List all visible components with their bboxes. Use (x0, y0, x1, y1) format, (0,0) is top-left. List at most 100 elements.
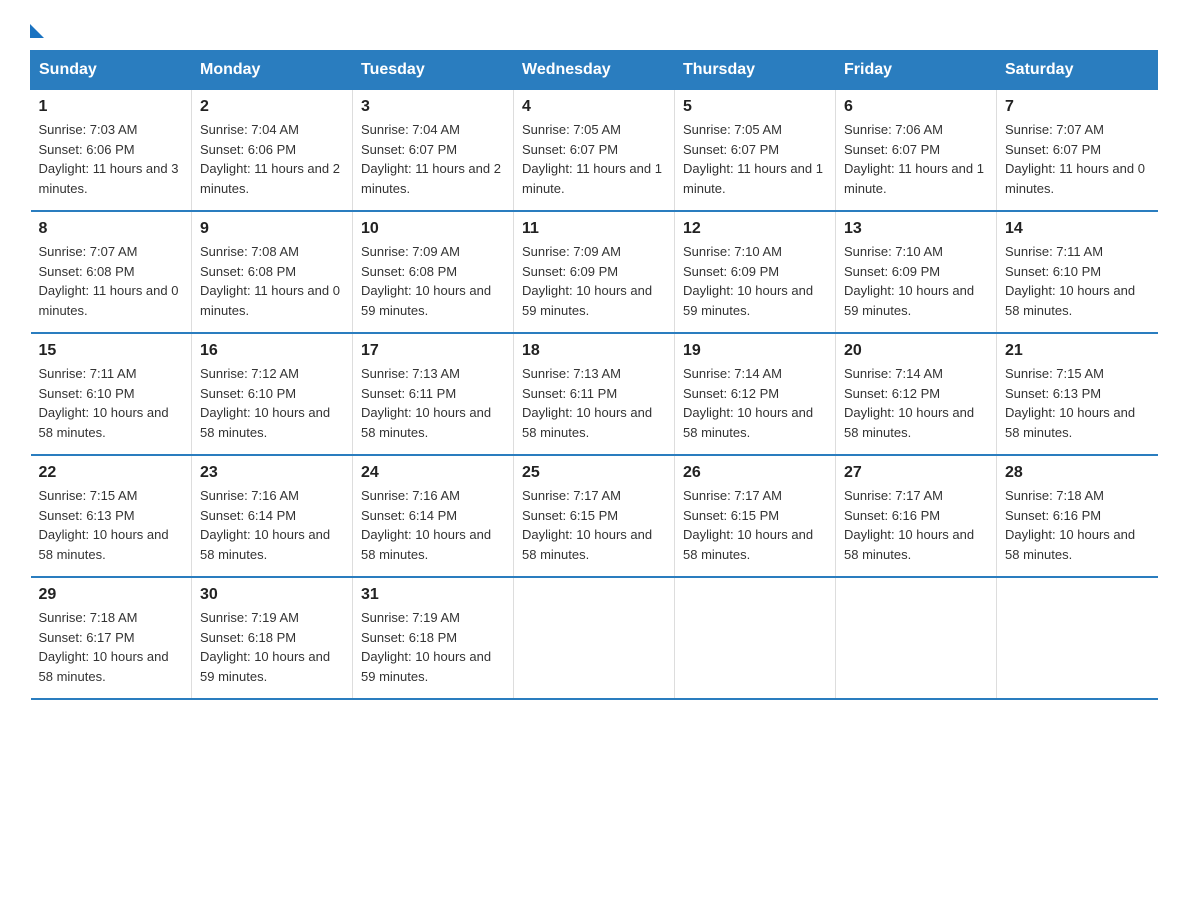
calendar-week-row: 8 Sunrise: 7:07 AM Sunset: 6:08 PM Dayli… (31, 211, 1158, 333)
header-sunday: Sunday (31, 51, 192, 90)
day-info: Sunrise: 7:10 AM Sunset: 6:09 PM Dayligh… (844, 242, 988, 320)
day-info: Sunrise: 7:07 AM Sunset: 6:08 PM Dayligh… (39, 242, 184, 320)
day-number: 16 (200, 342, 344, 360)
day-info: Sunrise: 7:17 AM Sunset: 6:15 PM Dayligh… (522, 486, 666, 564)
day-number: 7 (1005, 98, 1150, 116)
day-number: 14 (1005, 220, 1150, 238)
calendar-cell: 21 Sunrise: 7:15 AM Sunset: 6:13 PM Dayl… (997, 333, 1158, 455)
calendar-cell: 23 Sunrise: 7:16 AM Sunset: 6:14 PM Dayl… (192, 455, 353, 577)
day-number: 9 (200, 220, 344, 238)
day-info: Sunrise: 7:05 AM Sunset: 6:07 PM Dayligh… (683, 120, 827, 198)
calendar-cell: 18 Sunrise: 7:13 AM Sunset: 6:11 PM Dayl… (514, 333, 675, 455)
logo (30, 20, 44, 40)
day-number: 31 (361, 586, 505, 604)
day-info: Sunrise: 7:10 AM Sunset: 6:09 PM Dayligh… (683, 242, 827, 320)
calendar-week-row: 29 Sunrise: 7:18 AM Sunset: 6:17 PM Dayl… (31, 577, 1158, 699)
logo-triangle-icon (30, 24, 44, 38)
calendar-cell: 1 Sunrise: 7:03 AM Sunset: 6:06 PM Dayli… (31, 90, 192, 212)
day-info: Sunrise: 7:06 AM Sunset: 6:07 PM Dayligh… (844, 120, 988, 198)
calendar-header-row: SundayMondayTuesdayWednesdayThursdayFrid… (31, 51, 1158, 90)
day-number: 5 (683, 98, 827, 116)
day-number: 4 (522, 98, 666, 116)
day-info: Sunrise: 7:17 AM Sunset: 6:16 PM Dayligh… (844, 486, 988, 564)
day-info: Sunrise: 7:14 AM Sunset: 6:12 PM Dayligh… (844, 364, 988, 442)
calendar-cell (997, 577, 1158, 699)
calendar-cell: 15 Sunrise: 7:11 AM Sunset: 6:10 PM Dayl… (31, 333, 192, 455)
day-number: 21 (1005, 342, 1150, 360)
day-info: Sunrise: 7:16 AM Sunset: 6:14 PM Dayligh… (200, 486, 344, 564)
day-info: Sunrise: 7:04 AM Sunset: 6:06 PM Dayligh… (200, 120, 344, 198)
day-info: Sunrise: 7:05 AM Sunset: 6:07 PM Dayligh… (522, 120, 666, 198)
day-info: Sunrise: 7:14 AM Sunset: 6:12 PM Dayligh… (683, 364, 827, 442)
header-wednesday: Wednesday (514, 51, 675, 90)
calendar-week-row: 15 Sunrise: 7:11 AM Sunset: 6:10 PM Dayl… (31, 333, 1158, 455)
calendar-cell: 11 Sunrise: 7:09 AM Sunset: 6:09 PM Dayl… (514, 211, 675, 333)
header-saturday: Saturday (997, 51, 1158, 90)
calendar-cell (514, 577, 675, 699)
day-info: Sunrise: 7:09 AM Sunset: 6:08 PM Dayligh… (361, 242, 505, 320)
day-info: Sunrise: 7:12 AM Sunset: 6:10 PM Dayligh… (200, 364, 344, 442)
calendar-cell (675, 577, 836, 699)
calendar-cell: 29 Sunrise: 7:18 AM Sunset: 6:17 PM Dayl… (31, 577, 192, 699)
calendar-cell: 20 Sunrise: 7:14 AM Sunset: 6:12 PM Dayl… (836, 333, 997, 455)
calendar-cell: 28 Sunrise: 7:18 AM Sunset: 6:16 PM Dayl… (997, 455, 1158, 577)
day-info: Sunrise: 7:17 AM Sunset: 6:15 PM Dayligh… (683, 486, 827, 564)
day-number: 27 (844, 464, 988, 482)
calendar-week-row: 22 Sunrise: 7:15 AM Sunset: 6:13 PM Dayl… (31, 455, 1158, 577)
header-thursday: Thursday (675, 51, 836, 90)
day-number: 24 (361, 464, 505, 482)
day-number: 28 (1005, 464, 1150, 482)
day-number: 30 (200, 586, 344, 604)
day-info: Sunrise: 7:13 AM Sunset: 6:11 PM Dayligh… (522, 364, 666, 442)
page-header (30, 20, 1158, 40)
calendar-cell: 24 Sunrise: 7:16 AM Sunset: 6:14 PM Dayl… (353, 455, 514, 577)
calendar-cell: 4 Sunrise: 7:05 AM Sunset: 6:07 PM Dayli… (514, 90, 675, 212)
day-info: Sunrise: 7:09 AM Sunset: 6:09 PM Dayligh… (522, 242, 666, 320)
calendar-week-row: 1 Sunrise: 7:03 AM Sunset: 6:06 PM Dayli… (31, 90, 1158, 212)
header-monday: Monday (192, 51, 353, 90)
calendar-cell: 13 Sunrise: 7:10 AM Sunset: 6:09 PM Dayl… (836, 211, 997, 333)
day-number: 17 (361, 342, 505, 360)
day-number: 3 (361, 98, 505, 116)
calendar-cell: 9 Sunrise: 7:08 AM Sunset: 6:08 PM Dayli… (192, 211, 353, 333)
day-info: Sunrise: 7:16 AM Sunset: 6:14 PM Dayligh… (361, 486, 505, 564)
day-number: 8 (39, 220, 184, 238)
day-number: 13 (844, 220, 988, 238)
day-number: 29 (39, 586, 184, 604)
calendar-cell: 14 Sunrise: 7:11 AM Sunset: 6:10 PM Dayl… (997, 211, 1158, 333)
calendar-cell: 26 Sunrise: 7:17 AM Sunset: 6:15 PM Dayl… (675, 455, 836, 577)
day-number: 12 (683, 220, 827, 238)
day-number: 23 (200, 464, 344, 482)
calendar-cell: 17 Sunrise: 7:13 AM Sunset: 6:11 PM Dayl… (353, 333, 514, 455)
day-number: 20 (844, 342, 988, 360)
calendar-cell: 5 Sunrise: 7:05 AM Sunset: 6:07 PM Dayli… (675, 90, 836, 212)
day-number: 11 (522, 220, 666, 238)
calendar-table: SundayMondayTuesdayWednesdayThursdayFrid… (30, 50, 1158, 700)
calendar-cell: 30 Sunrise: 7:19 AM Sunset: 6:18 PM Dayl… (192, 577, 353, 699)
day-info: Sunrise: 7:11 AM Sunset: 6:10 PM Dayligh… (39, 364, 184, 442)
day-info: Sunrise: 7:13 AM Sunset: 6:11 PM Dayligh… (361, 364, 505, 442)
calendar-cell: 31 Sunrise: 7:19 AM Sunset: 6:18 PM Dayl… (353, 577, 514, 699)
day-number: 10 (361, 220, 505, 238)
day-number: 26 (683, 464, 827, 482)
header-tuesday: Tuesday (353, 51, 514, 90)
day-info: Sunrise: 7:18 AM Sunset: 6:17 PM Dayligh… (39, 608, 184, 686)
calendar-cell: 27 Sunrise: 7:17 AM Sunset: 6:16 PM Dayl… (836, 455, 997, 577)
day-info: Sunrise: 7:04 AM Sunset: 6:07 PM Dayligh… (361, 120, 505, 198)
day-info: Sunrise: 7:03 AM Sunset: 6:06 PM Dayligh… (39, 120, 184, 198)
calendar-cell: 7 Sunrise: 7:07 AM Sunset: 6:07 PM Dayli… (997, 90, 1158, 212)
day-info: Sunrise: 7:11 AM Sunset: 6:10 PM Dayligh… (1005, 242, 1150, 320)
day-number: 18 (522, 342, 666, 360)
day-number: 25 (522, 464, 666, 482)
calendar-cell: 10 Sunrise: 7:09 AM Sunset: 6:08 PM Dayl… (353, 211, 514, 333)
day-number: 1 (39, 98, 184, 116)
calendar-cell: 8 Sunrise: 7:07 AM Sunset: 6:08 PM Dayli… (31, 211, 192, 333)
calendar-cell: 2 Sunrise: 7:04 AM Sunset: 6:06 PM Dayli… (192, 90, 353, 212)
calendar-cell: 25 Sunrise: 7:17 AM Sunset: 6:15 PM Dayl… (514, 455, 675, 577)
day-info: Sunrise: 7:19 AM Sunset: 6:18 PM Dayligh… (200, 608, 344, 686)
calendar-cell (836, 577, 997, 699)
day-info: Sunrise: 7:18 AM Sunset: 6:16 PM Dayligh… (1005, 486, 1150, 564)
day-info: Sunrise: 7:07 AM Sunset: 6:07 PM Dayligh… (1005, 120, 1150, 198)
day-number: 6 (844, 98, 988, 116)
day-info: Sunrise: 7:08 AM Sunset: 6:08 PM Dayligh… (200, 242, 344, 320)
